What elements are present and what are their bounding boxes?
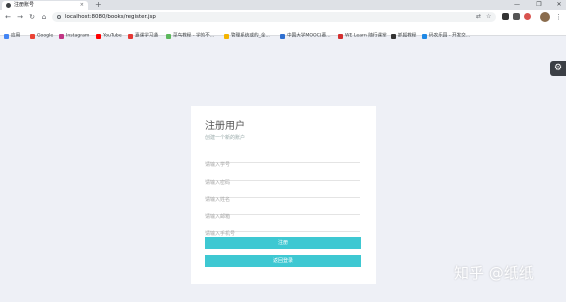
bookmarks-bar: 应用 Google Instagram YouTube 嘉课学习通 菜鸟教程 -… bbox=[0, 24, 566, 39]
forward-button[interactable]: → bbox=[15, 12, 25, 22]
apps-icon bbox=[4, 34, 9, 39]
minimize-button[interactable]: — bbox=[510, 0, 524, 10]
close-window-button[interactable]: ✕ bbox=[552, 0, 566, 10]
mooc-icon bbox=[280, 34, 285, 39]
translate-icon[interactable]: ⇄ bbox=[476, 13, 481, 21]
password-field bbox=[205, 169, 360, 189]
address-bar[interactable]: localhost:8080/books/register.jsp ⇄ ☆ bbox=[52, 12, 496, 22]
bookmark-item[interactable]: WE Learn 随行课堂 bbox=[338, 26, 387, 39]
globe-icon bbox=[6, 3, 11, 8]
bookmark-item[interactable]: 抓狐教程 bbox=[391, 26, 416, 39]
new-tab-button[interactable]: + bbox=[95, 0, 102, 10]
watermark: 知乎 @纸纸 bbox=[454, 264, 534, 282]
phone-field bbox=[205, 220, 360, 240]
google-icon bbox=[30, 34, 35, 39]
bookmark-item[interactable]: 应用 bbox=[4, 26, 20, 39]
github-icon bbox=[391, 34, 396, 39]
extension-icon[interactable] bbox=[513, 13, 520, 20]
bookmark-star-icon[interactable]: ☆ bbox=[486, 13, 491, 21]
instagram-icon bbox=[59, 34, 64, 39]
extension-icon[interactable] bbox=[524, 13, 531, 20]
register-card: 注册用户 创建一个新的账户 注册 返回登录 bbox=[191, 106, 376, 284]
close-tab-icon[interactable]: × bbox=[80, 2, 84, 9]
extension-icon[interactable] bbox=[502, 13, 509, 20]
bookmark-item[interactable]: Google bbox=[30, 26, 53, 39]
runoob-icon bbox=[166, 34, 171, 39]
home-button[interactable]: ⌂ bbox=[39, 12, 49, 22]
profile-avatar[interactable] bbox=[540, 12, 550, 22]
browser-menu-icon[interactable]: ⋮ bbox=[555, 12, 562, 22]
tab-strip: 注册账号 × + — ❐ ✕ bbox=[0, 0, 566, 10]
gear-icon[interactable]: ⚙ bbox=[550, 61, 566, 76]
bookmark-item[interactable]: 嘉课学习通 bbox=[128, 26, 158, 39]
browser-tab[interactable]: 注册账号 × bbox=[2, 1, 88, 10]
bookmark-item[interactable]: 管理系统或的_全... bbox=[224, 26, 270, 39]
page-title: 注册用户 bbox=[205, 121, 245, 132]
back-button[interactable]: ← bbox=[3, 12, 13, 22]
url-text[interactable]: localhost:8080/books/register.jsp bbox=[65, 13, 156, 21]
chaoxing-icon bbox=[128, 34, 133, 39]
bookmark-item[interactable]: YouTube bbox=[96, 26, 122, 39]
back-to-login-button[interactable]: 返回登录 bbox=[205, 255, 361, 267]
reload-button[interactable]: ↻ bbox=[27, 12, 37, 22]
page-subtitle: 创建一个新的账户 bbox=[205, 135, 246, 141]
register-button[interactable]: 注册 bbox=[205, 237, 361, 249]
student-id-field bbox=[205, 151, 360, 171]
name-field bbox=[205, 186, 360, 206]
bookmark-item[interactable]: Instagram bbox=[59, 26, 89, 39]
youtube-icon bbox=[96, 34, 101, 39]
bookmark-item[interactable]: 码农乐园 - 开发交... bbox=[422, 26, 470, 39]
welearn-icon bbox=[338, 34, 343, 39]
info-icon[interactable] bbox=[57, 15, 61, 19]
browser-toolbar: ← → ↻ ⌂ localhost:8080/books/register.js… bbox=[0, 10, 566, 24]
bookmark-item[interactable]: 菜鸟教程 - 学的不... bbox=[166, 26, 214, 39]
bookmark-item[interactable]: 中国大学MOOC(慕... bbox=[280, 26, 331, 39]
restore-button[interactable]: ❐ bbox=[532, 0, 546, 10]
bookmark-site-icon bbox=[224, 34, 229, 39]
email-field bbox=[205, 203, 360, 223]
code-site-icon bbox=[422, 34, 427, 39]
tab-title: 注册账号 bbox=[14, 2, 35, 8]
